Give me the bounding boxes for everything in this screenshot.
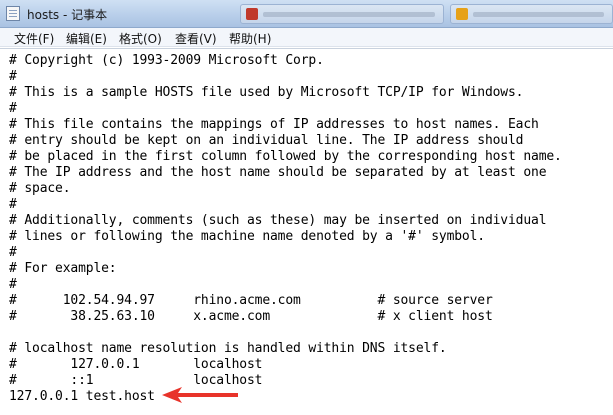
menu-help[interactable]: 帮助(H) [229,30,271,47]
text-line: # lines or following the machine name de… [9,229,485,244]
background-window-tab-1[interactable] [240,4,444,24]
text-line: # [9,69,17,84]
window-title: hosts - 记事本 [27,8,108,22]
text-editor[interactable]: # Copyright (c) 1993-2009 Microsoft Corp… [0,48,613,415]
text-line: # space. [9,181,71,196]
text-line: # Copyright (c) 1993-2009 Microsoft Corp… [9,53,324,68]
menu-edit[interactable]: 编辑(E) [66,30,107,47]
text-line: # [9,277,17,292]
text-line: # entry should be kept on an individual … [9,133,524,148]
red-arrow-icon [162,387,238,403]
menu-view[interactable]: 查看(V) [175,30,217,47]
text-line: # [9,245,17,260]
menu-file[interactable]: 文件(F) [14,30,54,47]
text-line: # 38.25.63.10 x.acme.com # x client host [9,309,493,324]
menu-format[interactable]: 格式(O) [119,30,162,47]
text-line: # 102.54.94.97 rhino.acme.com # source s… [9,293,493,308]
menu-bar: 文件(F) 编辑(E) 格式(O) 查看(V) 帮助(H) [0,28,613,47]
text-line: # 127.0.0.1 localhost [9,357,263,372]
text-line-added-host: 127.0.0.1 test.host [9,389,155,404]
title-bar: hosts - 记事本 [0,0,613,28]
text-line: # Additionally, comments (such as these)… [9,213,547,228]
browser-favicon-icon [246,8,258,20]
background-window-tab-2[interactable] [450,4,613,24]
browser-favicon-icon [456,8,468,20]
text-line: # This is a sample HOSTS file used by Mi… [9,85,524,100]
notepad-icon [6,6,20,21]
text-line: # [9,101,17,116]
text-line: # This file contains the mappings of IP … [9,117,539,132]
text-line: # localhost name resolution is handled w… [9,341,447,356]
text-line: # be placed in the first column followed… [9,149,562,164]
text-line: # For example: [9,261,117,276]
text-line: # [9,197,17,212]
text-line: # The IP address and the host name shoul… [9,165,547,180]
